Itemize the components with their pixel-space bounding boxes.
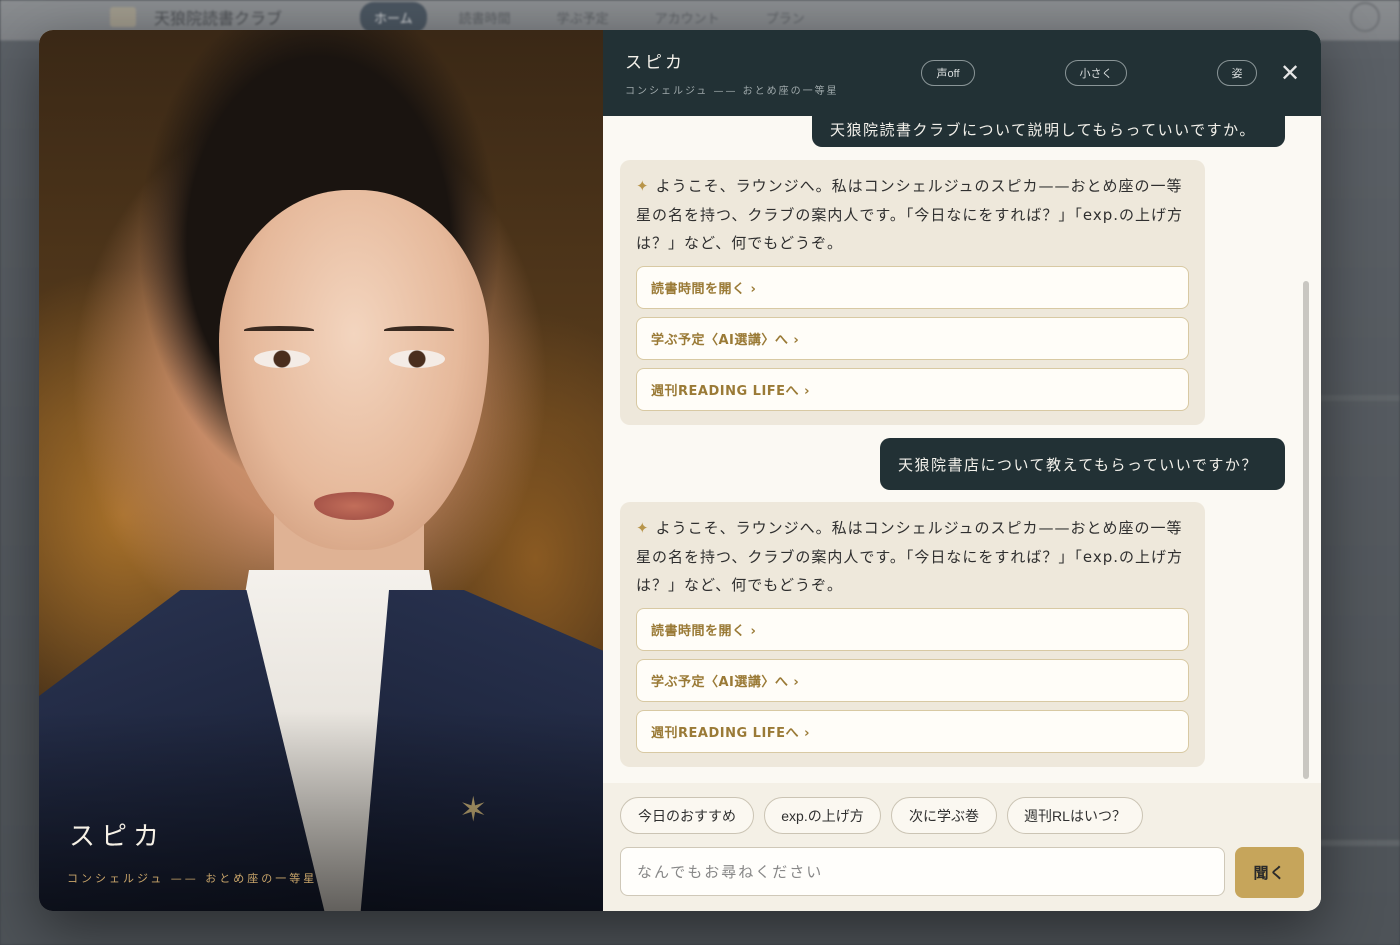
concierge-portrait: ✶ スピカ コンシェルジュ —— おとめ座の一等星 [39, 30, 603, 911]
figure-toggle-button[interactable]: 姿 [1217, 60, 1257, 86]
background-nav-reading: 読書時間 [458, 11, 511, 27]
background-stripe [1320, 840, 1400, 846]
background-stripe [1320, 395, 1400, 401]
sparkle-icon: ✦ [636, 177, 650, 195]
bot-message: ✦ ようこそ、ラウンジへ。私はコンシェルジュのスピカ——おとめ座の一等星の名を持つ… [620, 160, 1205, 425]
chat-footer: 今日のおすすめ exp.の上げ方 次に学ぶ巻 週刊RLはいつ？ 聞く [603, 783, 1321, 911]
bot-message-text: ✦ ようこそ、ラウンジへ。私はコンシェルジュのスピカ——おとめ座の一等星の名を持つ… [636, 172, 1189, 258]
background-profile-icon [1350, 2, 1380, 32]
portrait-subtitle: コンシェルジュ —— おとめ座の一等星 [67, 872, 318, 885]
background-nav-home: ホーム [360, 1, 427, 33]
background-app-title: 天狼院読書クラブ [154, 9, 283, 28]
weekly-reading-life-link[interactable]: 週刊READING LIFEへ › [636, 709, 1189, 753]
send-button[interactable]: 聞く [1235, 847, 1304, 898]
weekly-reading-life-link[interactable]: 週刊READING LIFEへ › [636, 367, 1189, 411]
user-message: 天狼院書店について教えてもらっていいですか？ [880, 438, 1285, 490]
header-name: スピカ [625, 53, 685, 73]
suggestion-chip-exp[interactable]: exp.の上げ方 [764, 797, 881, 834]
suggestion-chip-next-volume[interactable]: 次に学ぶ巻 [891, 797, 997, 834]
portrait-brow [244, 326, 314, 334]
portrait-brow [384, 326, 454, 334]
voice-toggle-button[interactable]: 声off [921, 60, 975, 86]
scrollbar[interactable] [1303, 281, 1309, 779]
bot-message: ✦ ようこそ、ラウンジへ。私はコンシェルジュのスピカ——おとめ座の一等星の名を持つ… [620, 502, 1205, 767]
portrait-name: スピカ [69, 822, 166, 852]
background-right-tools [1350, 2, 1380, 32]
learning-plan-link[interactable]: 学ぶ予定〈AI選講〉へ › [636, 658, 1189, 702]
bot-message-body: ようこそ、ラウンジへ。私はコンシェルジュのスピカ——おとめ座の一等星の名を持つ、… [636, 519, 1184, 594]
chat-panel: スピカ コンシェルジュ —— おとめ座の一等星 声off 小さく 姿 ✕ 天狼院… [603, 30, 1321, 911]
background-nav-learning: 学ぶ予定 [556, 11, 609, 27]
close-icon[interactable]: ✕ [1279, 61, 1301, 85]
background-topbar: 天狼院読書クラブ ホーム 読書時間 学ぶ予定 アカウント プラン [0, 0, 1400, 34]
portrait-eye [389, 350, 445, 368]
background-nav-plan: プラン [765, 11, 805, 27]
message-input[interactable] [620, 847, 1225, 896]
bot-message-body: ようこそ、ラウンジへ。私はコンシェルジュのスピカ——おとめ座の一等星の名を持つ、… [636, 177, 1184, 252]
open-reading-time-link[interactable]: 読書時間を開く › [636, 607, 1189, 651]
bot-message-text: ✦ ようこそ、ラウンジへ。私はコンシェルジュのスピカ——おとめ座の一等星の名を持つ… [636, 514, 1189, 600]
concierge-modal: ✶ スピカ コンシェルジュ —— おとめ座の一等星 スピカ コンシェルジュ ——… [39, 30, 1321, 911]
suggestion-chip-weekly-rl[interactable]: 週刊RLはいつ？ [1007, 797, 1143, 834]
learning-plan-link[interactable]: 学ぶ予定〈AI選講〉へ › [636, 316, 1189, 360]
background-logo [110, 7, 136, 27]
message-list[interactable]: 天狼院読書クラブについて説明してもらっていいですか。 ✦ ようこそ、ラウンジへ。私… [603, 116, 1321, 783]
suggestion-chip-today[interactable]: 今日のおすすめ [620, 797, 754, 834]
open-reading-time-link[interactable]: 読書時間を開く › [636, 265, 1189, 309]
sparkle-icon: ✦ [636, 519, 650, 537]
user-message: 天狼院読書クラブについて説明してもらっていいですか。 [812, 116, 1285, 147]
header-subtitle: コンシェルジュ —— おとめ座の一等星 [625, 86, 839, 97]
portrait-eye [254, 350, 310, 368]
chat-header: スピカ コンシェルジュ —— おとめ座の一等星 声off 小さく 姿 ✕ [603, 30, 1321, 116]
background-nav-account: アカウント [654, 11, 720, 27]
minimize-button[interactable]: 小さく [1065, 60, 1127, 86]
